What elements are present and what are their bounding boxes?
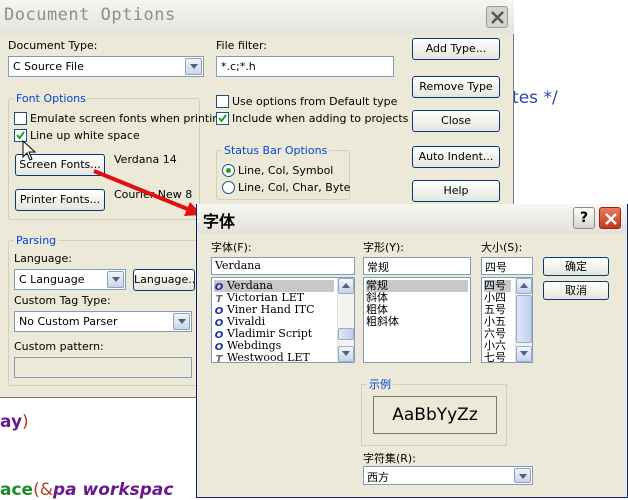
size-list-scrollbar[interactable] xyxy=(515,278,532,362)
sample-preview: AaBbYyZz xyxy=(373,396,497,434)
font-list-item[interactable]: T Westwood LET xyxy=(214,352,310,363)
scroll-down-icon[interactable] xyxy=(516,346,532,362)
close-icon[interactable] xyxy=(599,207,621,229)
truetype-icon: T xyxy=(215,354,223,363)
style-list-item[interactable]: 粗斜体 xyxy=(366,316,399,328)
charset-label: 字符集(R): xyxy=(363,452,416,465)
font-dialog-title: 字体 xyxy=(203,212,236,231)
size-value: 四号 xyxy=(485,261,507,274)
charset-select[interactable]: 西方 xyxy=(363,466,533,485)
font-name-value: Verdana xyxy=(215,259,261,272)
style-list[interactable]: 常规 斜体 粗体 粗斜体 xyxy=(363,277,471,363)
font-dialog: 字体 ? 字体(F): Verdana O Verdana T Victorian … xyxy=(196,204,628,498)
scroll-thumb[interactable] xyxy=(516,295,532,343)
font-name-input[interactable]: Verdana xyxy=(211,257,355,275)
question-icon[interactable]: ? xyxy=(573,207,595,229)
font-dialog-title-bar[interactable]: 字体 ? xyxy=(197,204,627,233)
charset-value: 西方 xyxy=(367,471,389,484)
scroll-up-icon[interactable] xyxy=(338,278,354,294)
style-value: 常规 xyxy=(367,261,389,274)
font-list[interactable]: O Verdana T Victorian LET O Viner Hand ITC … xyxy=(211,277,355,363)
size-input[interactable]: 四号 xyxy=(481,257,533,275)
ok-button[interactable]: 确定 xyxy=(543,257,609,276)
scroll-down-icon[interactable] xyxy=(338,346,354,362)
font-list-scrollbar[interactable] xyxy=(337,278,354,362)
font-label: 字体(F): xyxy=(211,241,252,254)
sample-label: 示例 xyxy=(367,376,393,392)
style-input[interactable]: 常规 xyxy=(363,257,471,275)
scroll-up-icon[interactable] xyxy=(516,278,532,294)
size-list-item[interactable]: 七号 xyxy=(484,352,506,363)
style-label: 字形(Y): xyxy=(363,241,405,254)
size-label: 大小(S): xyxy=(481,241,523,254)
size-list[interactable]: 四号 小四 五号 小五 六号 小六 七号 xyxy=(481,277,533,363)
cancel-button[interactable]: 取消 xyxy=(543,281,609,300)
scroll-thumb[interactable] xyxy=(338,328,354,340)
chevron-down-icon[interactable] xyxy=(514,468,531,483)
